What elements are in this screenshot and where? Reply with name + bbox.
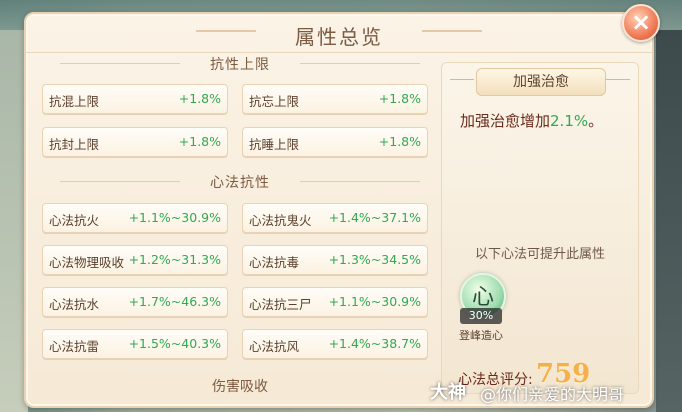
stat-value: +1.8%: [178, 134, 221, 149]
stat-card: 抗封上限 +1.8%: [42, 127, 228, 157]
stat-label: 抗忘上限: [249, 94, 300, 109]
stat-card: 抗睡上限 +1.8%: [242, 127, 428, 157]
close-button[interactable]: ×: [622, 4, 660, 42]
panel-header: 属性总览: [26, 14, 652, 53]
stat-value: +1.8%: [178, 91, 221, 106]
tag-ribbon-right: [606, 79, 630, 80]
attribute-description: 加强治愈增加2.1%。: [460, 110, 603, 131]
stat-card: 心法抗风 +1.4%~38.7%: [242, 329, 428, 359]
stat-value: +1.1%~30.9%: [128, 210, 221, 225]
stat-label: 抗封上限: [49, 137, 100, 152]
stat-label: 心法抗毒: [249, 255, 300, 270]
stat-value: +1.8%: [378, 91, 421, 106]
backdrop-right: [656, 30, 682, 412]
close-icon: ×: [630, 8, 652, 36]
watermark-text: @你们亲爱的大明哥: [480, 385, 625, 404]
desc-suffix: 。: [588, 112, 604, 130]
stat-value: +1.4%~38.7%: [328, 336, 421, 351]
section-title-resist-cap: 抗性上限: [40, 54, 440, 74]
stat-label: 心法抗雷: [49, 339, 100, 354]
attribute-overview-panel: 属性总览 × 抗性上限 抗混上限 +1.8% 抗忘上限 +1.8% 抗封上限 +…: [24, 4, 660, 408]
stat-card: 抗忘上限 +1.8%: [242, 84, 428, 114]
desc-prefix: 加强治愈增加: [460, 112, 551, 130]
stat-value: +1.4%~37.1%: [328, 210, 421, 225]
stat-card: 心法抗毒 +1.3%~34.5%: [242, 245, 428, 275]
stat-value: +1.3%~34.5%: [328, 252, 421, 267]
attribute-tag: 加强治愈: [476, 68, 606, 96]
stat-value: +1.7%~46.3%: [128, 294, 221, 309]
detail-panel: 加强治愈 加强治愈增加2.1%。 以下心法可提升此属性 心 30% 登峰造心 心…: [441, 62, 639, 394]
section-title-damage-absorb[interactable]: 伤害吸收: [40, 376, 440, 396]
stat-value: +1.2%~31.3%: [128, 252, 221, 267]
stat-card: 心法抗水 +1.7%~46.3%: [42, 287, 228, 317]
xinfa-name: 登峰造心: [459, 329, 503, 342]
stat-card: 心法抗鬼火 +1.4%~37.1%: [242, 203, 428, 233]
stat-label: 心法抗火: [49, 213, 100, 228]
desc-value: 2.1%: [550, 112, 589, 130]
stat-label: 心法抗鬼火: [249, 213, 312, 228]
section-title-xinfa-resist: 心法抗性: [40, 172, 440, 192]
xinfa-glyph: 心: [471, 285, 494, 310]
stat-card: 心法抗三尸 +1.1%~30.9%: [242, 287, 428, 317]
xinfa-percent: 30%: [460, 308, 502, 324]
stat-label: 心法抗水: [49, 297, 100, 312]
stat-card: 心法抗火 +1.1%~30.9%: [42, 203, 228, 233]
stat-value: +1.5%~40.3%: [128, 336, 221, 351]
tag-ribbon-left: [450, 79, 474, 80]
stat-value: +1.1%~30.9%: [328, 294, 421, 309]
xinfa-hint: 以下心法可提升此属性: [474, 247, 605, 262]
watermark-brand: 大神: [430, 382, 466, 403]
stat-card: 抗混上限 +1.8%: [42, 84, 228, 114]
stat-label: 抗睡上限: [249, 137, 300, 152]
stat-value: +1.8%: [378, 134, 421, 149]
stat-label: 心法物理吸收: [49, 255, 125, 270]
panel-title: 属性总览: [295, 25, 383, 49]
stat-card: 心法物理吸收 +1.2%~31.3%: [42, 245, 228, 275]
header-deco-right: [422, 30, 482, 32]
stat-label: 心法抗三尸: [249, 297, 312, 312]
stat-card: 心法抗雷 +1.5%~40.3%: [42, 329, 228, 359]
stat-label: 抗混上限: [49, 94, 100, 109]
stat-label: 心法抗风: [249, 339, 300, 354]
